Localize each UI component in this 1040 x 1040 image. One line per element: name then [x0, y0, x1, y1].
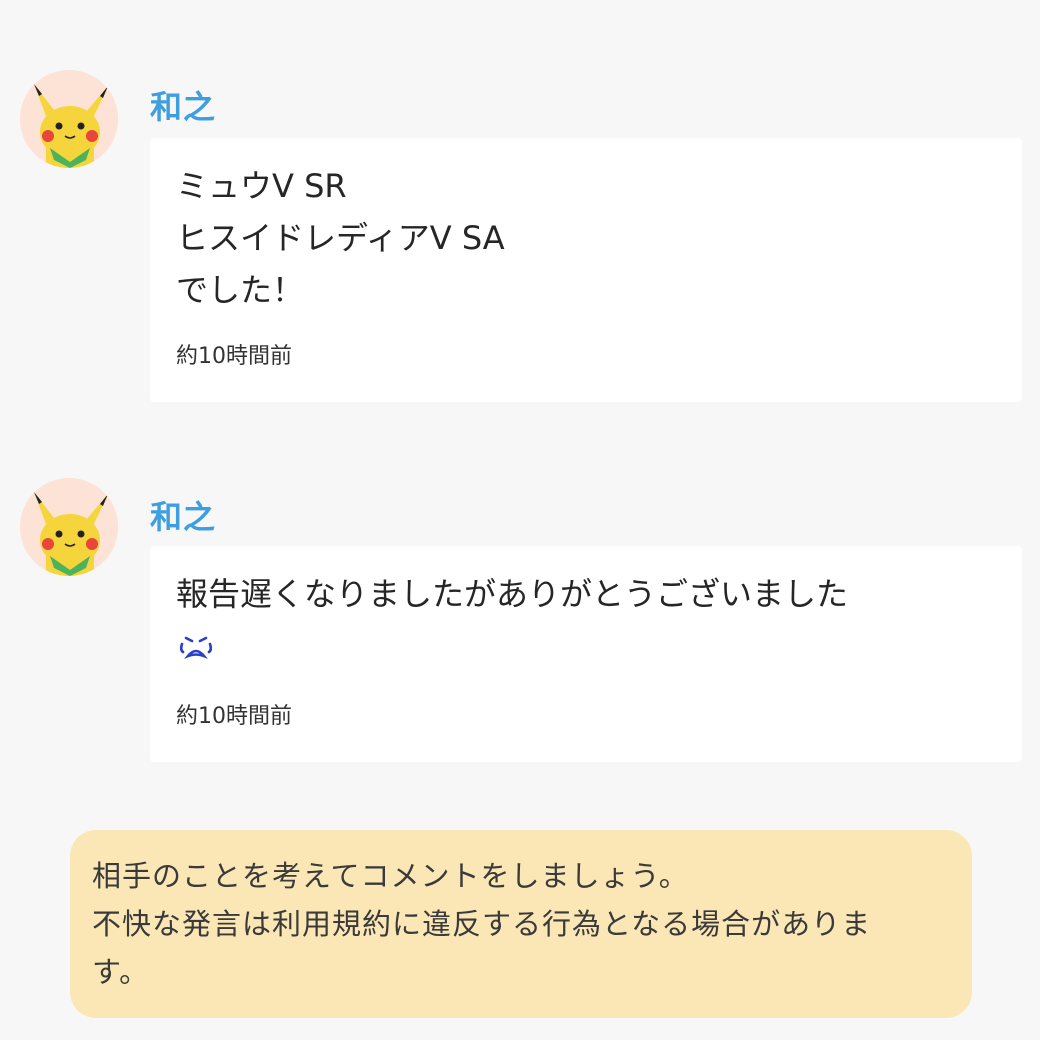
user-avatar[interactable] [20, 70, 118, 168]
comment-text-line: 報告遅くなりましたがありがとうございました [176, 575, 849, 613]
comment-text-line: ヒスイドレディアV SA [176, 219, 505, 257]
comment-timestamp: 約10時間前 [176, 344, 292, 369]
notice-text-line: 相手のことを考えてコメントをしましょう。 [92, 859, 689, 893]
community-guideline-notice: 相手のことを考えてコメントをしましょう。 不快な発言は利用規約に違反する行為とな… [70, 830, 972, 1018]
pikachu-avatar-icon [20, 70, 118, 168]
comment-text-line: でした！ [176, 271, 305, 309]
comment-text-line: ミュウV SR [176, 167, 347, 205]
comment-bubble: ミュウV SR ヒスイドレディアV SA でした！ 約10時間前 [150, 138, 1022, 402]
comment-username[interactable]: 和之 [150, 82, 216, 128]
pikachu-avatar-icon [20, 478, 118, 576]
notice-text-line: す。 [92, 955, 150, 989]
crying-face-icon [179, 636, 213, 659]
comment-bubble: 報告遅くなりましたがありがとうございました 約10時間前 [150, 546, 1022, 762]
user-avatar[interactable] [20, 478, 118, 576]
comment-timestamp: 約10時間前 [176, 704, 292, 729]
comment-username[interactable]: 和之 [150, 492, 216, 538]
notice-text-line: 不快な発言は利用規約に違反する行為となる場合がありま [92, 907, 872, 941]
